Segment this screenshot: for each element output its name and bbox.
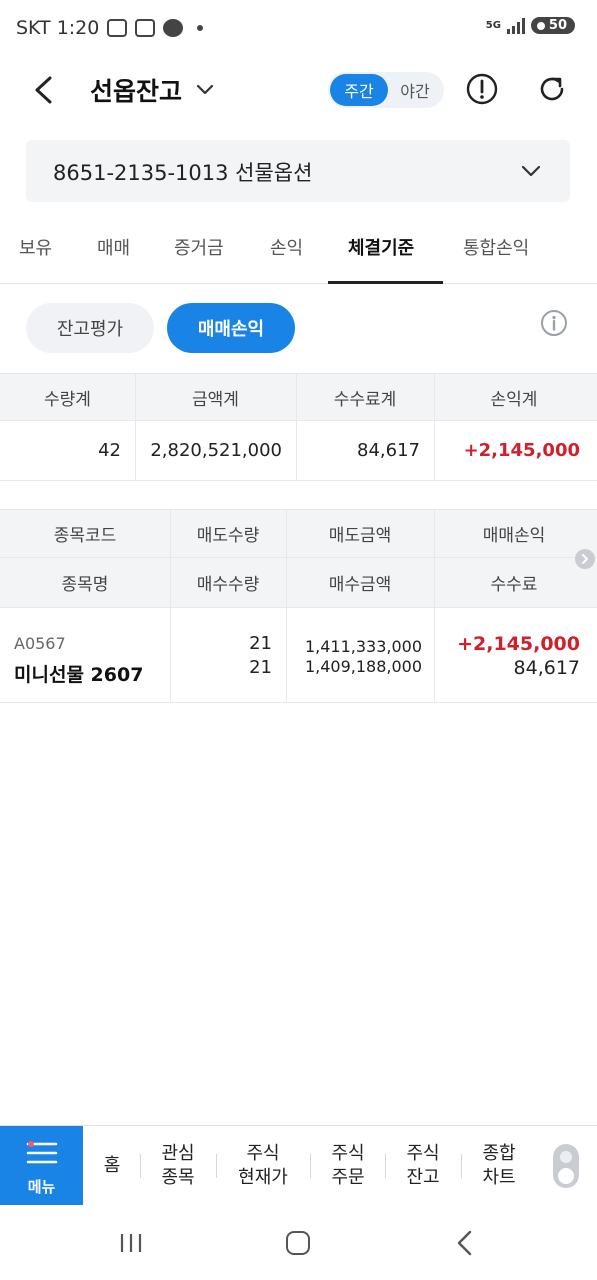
nav-home[interactable]: 홈 <box>90 1126 134 1206</box>
scroll-right-icon[interactable] <box>575 549 595 569</box>
total-pnl-value: +2,145,000 <box>463 440 580 461</box>
account-number: 8651-2135-1013 선물옵션 <box>53 161 313 185</box>
app-notification-icon <box>135 19 156 37</box>
toggle-night-session[interactable]: 야간 <box>388 74 442 106</box>
header-total-qty: 수량계 <box>44 389 91 410</box>
active-tab-indicator <box>328 281 443 284</box>
tab-margin[interactable]: 증거금 <box>174 234 224 260</box>
nav-watchlist[interactable]: 관심 종목 <box>146 1126 210 1206</box>
menu-label: 메뉴 <box>27 1178 56 1196</box>
detail-header-row-top: 종목코드 매도수량 매도금액 매매손익 <box>0 509 597 558</box>
bottom-nav: 메뉴 홈 관심 종목 주식 현재가 주식 주문 주식 잔고 종합 차트 <box>0 1125 597 1206</box>
nav-stock-balance[interactable]: 주식 잔고 <box>391 1126 455 1206</box>
header-item-code: 종목코드 <box>53 526 117 546</box>
detail-header-row-bottom: 종목명 매수수량 매수금액 수수료 <box>0 558 597 608</box>
header-item-name: 종목명 <box>61 575 109 595</box>
hamburger-menu-icon <box>26 1141 58 1164</box>
item-name: 미니선물 2607 <box>14 664 144 686</box>
session-toggle[interactable]: 주간 야간 <box>328 72 444 108</box>
fee: 84,617 <box>513 657 580 679</box>
battery-icon: 50 <box>530 17 575 34</box>
chevron-down-icon[interactable] <box>195 82 215 98</box>
alert-info-icon[interactable] <box>466 73 498 105</box>
tab-bar: 보유 매매 증거금 손익 체결기준 통합손익 <box>0 220 597 284</box>
back-arrow-icon[interactable] <box>30 75 58 105</box>
header-fee: 수수료 <box>490 575 538 595</box>
status-bar: SKT 1:20 5G 50 <box>0 0 597 58</box>
toggle-day-session[interactable]: 주간 <box>330 74 388 106</box>
tab-trades[interactable]: 매매 <box>97 234 130 260</box>
header-sell-qty: 매도수량 <box>196 526 260 546</box>
network-type-icon: 5G <box>485 19 501 31</box>
buy-amount: 1,409,188,000 <box>304 657 422 676</box>
header-total-pnl: 손익계 <box>490 389 538 410</box>
header-trade-pnl: 매매손익 <box>482 526 546 546</box>
screenshot-notification-icon <box>107 19 128 37</box>
sell-qty: 21 <box>249 633 272 654</box>
system-nav-bar <box>0 1205 597 1280</box>
trade-pnl-chip[interactable]: 매매손익 <box>167 303 295 353</box>
summary-header-row: 수량계 금액계 수수료계 손익계 <box>0 373 597 421</box>
info-icon[interactable] <box>540 309 568 337</box>
nav-scroll-toggle-icon[interactable] <box>553 1144 579 1188</box>
menu-button[interactable]: 메뉴 <box>0 1126 83 1206</box>
chat-notification-icon <box>163 19 184 37</box>
total-fee-value: 84,617 <box>357 440 420 461</box>
header-buy-amount: 매수금액 <box>328 575 392 595</box>
system-back-icon[interactable] <box>455 1230 475 1256</box>
header-sell-amount: 매도금액 <box>328 526 392 546</box>
tab-pnl[interactable]: 손익 <box>270 234 303 260</box>
home-icon[interactable] <box>286 1231 310 1255</box>
status-carrier-time: SKT 1:20 <box>16 17 100 39</box>
header-total-amount: 금액계 <box>192 389 239 410</box>
nav-stock-price[interactable]: 주식 현재가 <box>222 1126 304 1206</box>
balance-eval-chip[interactable]: 잔고평가 <box>26 303 154 353</box>
header-buy-qty: 매수수량 <box>196 575 260 595</box>
tab-holdings[interactable]: 보유 <box>19 234 52 260</box>
nav-stock-order[interactable]: 주식 주문 <box>316 1126 380 1206</box>
total-qty-value: 42 <box>98 440 121 461</box>
trade-pnl: +2,145,000 <box>457 633 580 655</box>
page-title[interactable]: 선옵잔고 <box>90 72 182 108</box>
more-notifications-dot <box>197 25 204 31</box>
app-header: 선옵잔고 주간 야간 <box>0 58 597 122</box>
nav-chart[interactable]: 종합 차트 <box>467 1126 531 1206</box>
recent-apps-icon[interactable] <box>118 1232 144 1254</box>
buy-qty: 21 <box>249 657 272 678</box>
tab-combined-pnl[interactable]: 통합손익 <box>463 234 529 260</box>
item-code: A0567 <box>14 634 66 653</box>
table-row[interactable]: A0567 미니선물 2607 21 21 1,411,333,000 1,40… <box>0 608 597 703</box>
account-select[interactable]: 8651-2135-1013 선물옵션 <box>26 140 570 202</box>
tab-execution-basis[interactable]: 체결기준 <box>348 234 414 260</box>
refresh-icon[interactable] <box>536 73 568 105</box>
chevron-down-icon <box>521 165 541 177</box>
summary-value-row: 42 2,820,521,000 84,617 +2,145,000 <box>0 421 597 481</box>
signal-icon <box>506 17 525 34</box>
sell-amount: 1,411,333,000 <box>304 637 422 656</box>
total-amount-value: 2,820,521,000 <box>150 440 282 461</box>
header-total-fee: 수수료계 <box>333 389 397 410</box>
